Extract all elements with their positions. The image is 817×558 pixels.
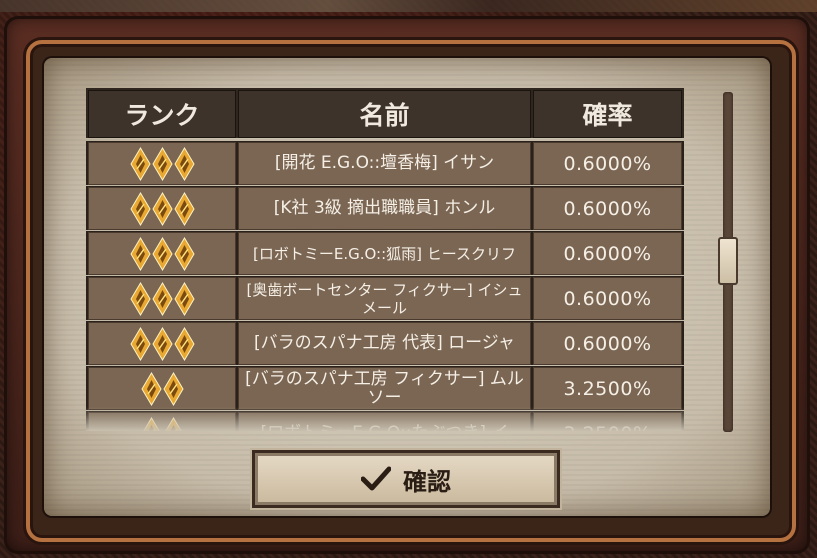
rank-icon	[173, 281, 195, 316]
rank-cell	[88, 187, 236, 230]
rank-icon	[173, 191, 195, 226]
rank-icons	[129, 191, 195, 226]
rank-cell	[88, 277, 236, 320]
probability-cell: 0.6000%	[533, 187, 682, 230]
probability-cell: 0.6000%	[533, 142, 682, 185]
probability-cell: 0.6000%	[533, 322, 682, 365]
confirm-label: 確認	[403, 467, 451, 496]
probability-cell: 0.6000%	[533, 277, 682, 320]
rank-icons	[129, 236, 195, 271]
rank-icon	[151, 146, 173, 181]
probability-cell: 3.2500%	[533, 412, 682, 431]
rank-icons	[129, 146, 195, 181]
probability-table[interactable]: ランク 名前 確率 [開花 E.G.O::壇香梅] イサン 0.6000% [K社 …	[86, 88, 684, 431]
rank-icons	[129, 326, 195, 361]
rank-icons	[129, 281, 195, 316]
rank-cell	[88, 367, 236, 410]
name-cell: [K社 3級 摘出職職員] ホンル	[238, 187, 531, 230]
name-cell: [バラのスパナ工房 フィクサー] ムルソー	[238, 367, 531, 410]
rank-icons	[141, 416, 184, 431]
rank-icon	[173, 326, 195, 361]
rank-icon	[151, 326, 173, 361]
header-name: 名前	[238, 90, 531, 138]
table-row: [K社 3級 摘出職職員] ホンル 0.6000%	[86, 186, 684, 230]
rank-cell	[88, 142, 236, 185]
rank-icon	[129, 326, 151, 361]
rank-icon	[129, 236, 151, 271]
rank-icon	[173, 236, 195, 271]
rank-icon	[173, 146, 195, 181]
table-row: [ロボトミーE.G.O::狐雨] ヒースクリフ 0.6000%	[86, 231, 684, 275]
header-probability: 確率	[533, 90, 682, 138]
rank-icon	[129, 191, 151, 226]
rank-icon	[164, 416, 182, 431]
rank-icon	[129, 281, 151, 316]
rank-icon	[129, 146, 151, 181]
probability-cell: 0.6000%	[533, 232, 682, 275]
rank-icon	[151, 281, 173, 316]
rank-cell	[88, 412, 236, 431]
rank-cell	[88, 232, 236, 275]
checkmark-icon	[361, 466, 391, 491]
name-cell: [開花 E.G.O::壇香梅] イサン	[238, 142, 531, 185]
probability-cell: 3.2500%	[533, 367, 682, 410]
table-row: [バラのスパナ工房 フィクサー] ムルソー 3.2500%	[86, 366, 684, 410]
scrollbar-thumb[interactable]	[718, 237, 738, 285]
table-row: [開花 E.G.O::壇香梅] イサン 0.6000%	[86, 141, 684, 185]
table-header: ランク 名前 確率	[86, 88, 684, 138]
rank-icon	[151, 236, 173, 271]
confirm-button[interactable]: 確認	[252, 450, 560, 508]
rank-icon	[142, 416, 160, 431]
rank-icon	[151, 191, 173, 226]
header-rank: ランク	[88, 90, 236, 138]
background-banner	[0, 0, 817, 12]
rank-icons	[140, 371, 184, 406]
name-cell: [奥歯ボートセンター フィクサー] イシュメール	[238, 277, 531, 320]
gacha-probability-screen: ランク 名前 確率 [開花 E.G.O::壇香梅] イサン 0.6000% [K社 …	[0, 0, 817, 558]
rank-cell	[88, 322, 236, 365]
table-row: [奥歯ボートセンター フィクサー] イシュメール 0.6000%	[86, 276, 684, 320]
name-cell: [ロボトミーE.G.O::たぶつき] イ	[238, 412, 531, 431]
name-cell: [ロボトミーE.G.O::狐雨] ヒースクリフ	[238, 232, 531, 275]
table-row: [ロボトミーE.G.O::たぶつき] イ3.2500%	[86, 411, 684, 431]
rank-icon	[140, 371, 162, 406]
rank-icon	[162, 371, 184, 406]
name-cell: [バラのスパナ工房 代表] ロージャ	[238, 322, 531, 365]
table-row: [バラのスパナ工房 代表] ロージャ 0.6000%	[86, 321, 684, 365]
